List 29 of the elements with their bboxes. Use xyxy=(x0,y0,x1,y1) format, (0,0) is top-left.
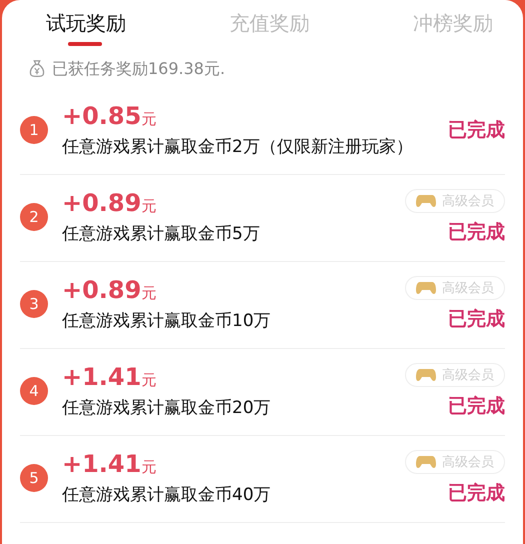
tab[interactable]: 充值奖励 xyxy=(230,10,310,48)
money-bag-icon xyxy=(28,59,46,79)
gamepad-icon xyxy=(416,281,436,295)
step-number: 3 xyxy=(20,290,48,318)
task-description: 任意游戏累计赢取金币10万 xyxy=(62,310,272,333)
task-status: 已完成 xyxy=(448,394,505,419)
reward-amount: +1.41元 xyxy=(62,362,158,393)
gamepad-icon xyxy=(416,455,436,469)
task-status: 已完成 xyxy=(448,481,505,506)
step-number: 4 xyxy=(20,377,48,405)
reward-amount: +0.89元 xyxy=(62,188,158,219)
reward-summary: 已获任务奖励169.38元. xyxy=(52,58,226,80)
reward-amount: +1.41元 xyxy=(62,449,158,480)
reward-amount: +0.85元 xyxy=(62,101,158,132)
step-number: 1 xyxy=(20,116,48,144)
task-description: 任意游戏累计赢取金币20万 xyxy=(62,397,272,420)
gamepad-icon xyxy=(416,368,436,382)
gamepad-icon xyxy=(416,194,436,208)
task-description: 任意游戏累计赢取金币40万 xyxy=(62,484,272,507)
task-status: 已完成 xyxy=(448,307,505,332)
step-number: 5 xyxy=(20,464,48,492)
task-status: 已完成 xyxy=(448,118,505,143)
tab[interactable]: 试玩奖励 xyxy=(46,10,126,48)
tab[interactable]: 冲榜奖励 xyxy=(413,10,493,48)
task-description: 任意游戏累计赢取金币2万（仅限新注册玩家） xyxy=(62,136,414,159)
reward-amount: +0.89元 xyxy=(62,275,158,306)
task-status: 已完成 xyxy=(448,220,505,245)
task-description: 任意游戏累计赢取金币5万 xyxy=(62,223,261,246)
step-number: 2 xyxy=(20,203,48,231)
